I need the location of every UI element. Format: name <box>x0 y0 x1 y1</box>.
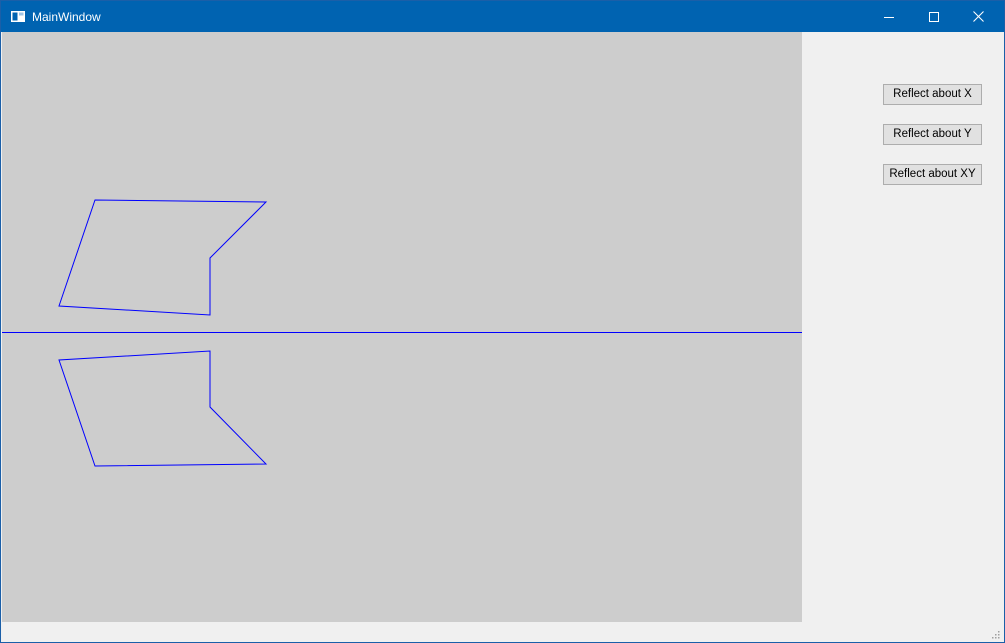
close-button[interactable] <box>956 1 1001 32</box>
maximize-button[interactable] <box>911 1 956 32</box>
maximize-icon <box>928 11 939 22</box>
close-icon <box>973 11 984 22</box>
reflect-x-button[interactable]: Reflect about X <box>883 84 982 105</box>
main-window: MainWindow Reflect about X Reflect about… <box>0 0 1005 643</box>
drawing-canvas[interactable] <box>2 32 802 622</box>
reflect-xy-button[interactable]: Reflect about XY <box>883 164 982 185</box>
reflect-y-button[interactable]: Reflect about Y <box>883 124 982 145</box>
minimize-icon <box>883 16 894 18</box>
control-panel <box>802 32 1004 622</box>
title-bar[interactable]: MainWindow <box>1 1 1004 32</box>
window-title: MainWindow <box>32 10 101 24</box>
minimize-button[interactable] <box>866 1 911 32</box>
status-bar <box>2 622 1004 642</box>
window-icon <box>11 11 25 22</box>
size-grip-icon[interactable] <box>990 629 1000 639</box>
canvas-background <box>2 32 802 622</box>
